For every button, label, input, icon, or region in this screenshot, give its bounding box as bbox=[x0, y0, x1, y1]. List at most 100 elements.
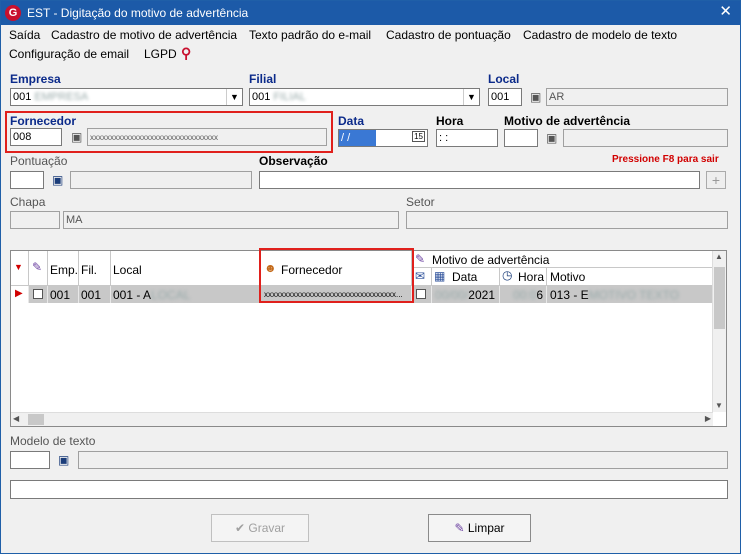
email-header: ✉ bbox=[412, 268, 432, 286]
col-hora-label: Hora bbox=[518, 270, 545, 284]
observacao-input[interactable] bbox=[259, 171, 700, 189]
local-name: AR bbox=[549, 91, 565, 103]
fornecedor-label: Fornecedor bbox=[10, 114, 77, 128]
setor-label: Setor bbox=[406, 195, 435, 209]
menu-cadastro-pontuacao[interactable]: Cadastro de pontuação bbox=[386, 28, 511, 42]
pontuacao-label: Pontuação bbox=[10, 154, 68, 168]
col-motivo-label: Motivo bbox=[550, 270, 586, 284]
motivo-code-input[interactable] bbox=[504, 129, 538, 147]
row-indicator-header: ▼ bbox=[11, 251, 29, 286]
col-emp[interactable]: Emp. bbox=[48, 251, 79, 286]
clock-icon: ◷ bbox=[502, 268, 513, 282]
message-text-field[interactable] bbox=[10, 480, 728, 499]
col-hora[interactable]: ◷ Hora bbox=[500, 268, 547, 286]
data-value: / / bbox=[339, 130, 376, 146]
row-emp: 001 bbox=[48, 286, 79, 303]
fornecedor-column-highlight bbox=[259, 248, 414, 303]
col-fil-label: Fil. bbox=[81, 263, 97, 277]
check-icon: ✔ bbox=[234, 521, 246, 535]
pontuacao-input[interactable] bbox=[10, 171, 44, 189]
records-grid[interactable]: ▼ ✎ Emp. Fil. Local ☻ Fornecedor ✎ Motiv… bbox=[10, 248, 727, 427]
setor-field bbox=[406, 211, 728, 229]
scroll-down-icon[interactable]: ▼ bbox=[715, 401, 723, 410]
chevron-down-icon[interactable]: ▼ bbox=[226, 89, 242, 105]
add-button[interactable]: + bbox=[706, 171, 726, 189]
hscroll-thumb[interactable] bbox=[28, 414, 44, 425]
filial-select[interactable]: 001 FILIAL ▼ bbox=[249, 88, 480, 106]
row-hora: 00:06 bbox=[500, 286, 547, 303]
horizontal-scrollbar[interactable]: ◀ ▶ bbox=[11, 412, 713, 426]
scroll-left-icon[interactable]: ◀ bbox=[13, 414, 19, 423]
menu-config-email[interactable]: Configuração de email bbox=[9, 47, 129, 61]
menu-lgpd[interactable]: LGPD bbox=[144, 47, 177, 61]
col-motivo[interactable]: Motivo bbox=[547, 268, 713, 286]
modelo-name-field bbox=[78, 451, 728, 469]
gravar-label: Gravar bbox=[248, 521, 286, 535]
hora-label: Hora bbox=[436, 114, 464, 128]
col-data-label: Data bbox=[452, 270, 478, 284]
local-code-input[interactable]: 001 bbox=[488, 88, 522, 106]
binoculars-icon[interactable]: ▣ bbox=[546, 131, 557, 145]
chapa-name: MA bbox=[66, 214, 83, 226]
limpar-label: Limpar bbox=[467, 521, 505, 535]
col-motivo-group-label: Motivo de advertência bbox=[432, 253, 550, 267]
hora-input[interactable]: : : bbox=[436, 129, 498, 147]
scroll-thumb[interactable] bbox=[714, 267, 725, 329]
chapa-label: Chapa bbox=[10, 195, 46, 209]
modelo-label: Modelo de texto bbox=[10, 434, 96, 448]
filial-value: 001 bbox=[252, 91, 271, 103]
menu-saida[interactable]: Saída bbox=[9, 28, 40, 42]
modelo-input[interactable] bbox=[10, 451, 50, 469]
row-email-checkbox[interactable] bbox=[412, 286, 432, 303]
row-pointer-icon: ▶ bbox=[11, 286, 29, 303]
main-window: G EST - Digitação do motivo de advertênc… bbox=[0, 0, 741, 554]
close-icon[interactable]: ✕ bbox=[719, 4, 732, 20]
app-logo: G bbox=[5, 5, 21, 21]
chapa-name-field: MA bbox=[63, 211, 399, 229]
col-motivo-group: ✎ Motivo de advertência bbox=[412, 251, 713, 268]
row-data-value: 2021 bbox=[468, 288, 495, 302]
menu-cadastro-modelo[interactable]: Cadastro de modelo de texto bbox=[523, 28, 677, 42]
empresa-label: Empresa bbox=[10, 72, 61, 86]
col-data[interactable]: ▦ Data bbox=[432, 268, 500, 286]
menu-texto-padrao[interactable]: Texto padrão do e-mail bbox=[249, 28, 371, 42]
row-fil: 001 bbox=[79, 286, 111, 303]
fornecedor-name-field: xxxxxxxxxxxxxxxxxxxxxxxxxxxxxxxx bbox=[87, 128, 327, 146]
row-checkbox[interactable] bbox=[29, 286, 48, 303]
binoculars-icon[interactable]: ▣ bbox=[530, 90, 541, 104]
search-icon[interactable]: ⚲ bbox=[181, 45, 191, 62]
data-label: Data bbox=[338, 114, 365, 128]
fornecedor-code-input[interactable]: 008 bbox=[10, 128, 62, 146]
chevron-down-icon[interactable]: ▼ bbox=[463, 89, 479, 105]
calendar-icon[interactable]: 15 bbox=[412, 131, 425, 142]
title-bar: G EST - Digitação do motivo de advertênc… bbox=[1, 1, 740, 25]
row-data: 00/00/2021 bbox=[432, 286, 500, 303]
chapa-input bbox=[10, 211, 60, 229]
col-fil[interactable]: Fil. bbox=[79, 251, 111, 286]
row-motivo: 013 - EMOTIVO TEXTO bbox=[547, 286, 713, 303]
vertical-scrollbar[interactable]: ▲ ▼ bbox=[712, 251, 726, 412]
col-emp-label: Emp. bbox=[50, 263, 79, 277]
row-motivo-value: 013 - E bbox=[550, 288, 589, 302]
pontuacao-name-field bbox=[70, 171, 252, 189]
limpar-button[interactable]: ✎ Limpar bbox=[428, 514, 531, 542]
empresa-select[interactable]: 001 EMPRESA ▼ bbox=[10, 88, 243, 106]
gravar-button[interactable]: ✔ Gravar bbox=[211, 514, 309, 542]
empresa-value: 001 bbox=[13, 91, 32, 103]
edit-icon: ✎ bbox=[415, 252, 426, 266]
col-local-label: Local bbox=[113, 263, 142, 277]
eraser-icon: ✎ bbox=[454, 521, 465, 535]
menu-cadastro-motivo[interactable]: Cadastro de motivo de advertência bbox=[51, 28, 237, 42]
menu-bar: Saída Cadastro de motivo de advertência … bbox=[1, 25, 740, 67]
data-input[interactable]: / / 15 bbox=[338, 129, 428, 147]
f8-hint: Pressione F8 para sair bbox=[612, 154, 719, 165]
observacao-label: Observação bbox=[259, 154, 328, 168]
scroll-right-icon[interactable]: ▶ bbox=[705, 414, 711, 423]
binoculars-icon[interactable]: ▣ bbox=[71, 130, 82, 144]
binoculars-icon[interactable]: ▣ bbox=[52, 173, 63, 187]
col-local[interactable]: Local bbox=[111, 251, 261, 286]
edit-header: ✎ bbox=[29, 251, 48, 286]
scroll-up-icon[interactable]: ▲ bbox=[715, 252, 723, 261]
motivo-label: Motivo de advertência bbox=[504, 114, 631, 128]
binoculars-icon[interactable]: ▣ bbox=[58, 453, 69, 467]
